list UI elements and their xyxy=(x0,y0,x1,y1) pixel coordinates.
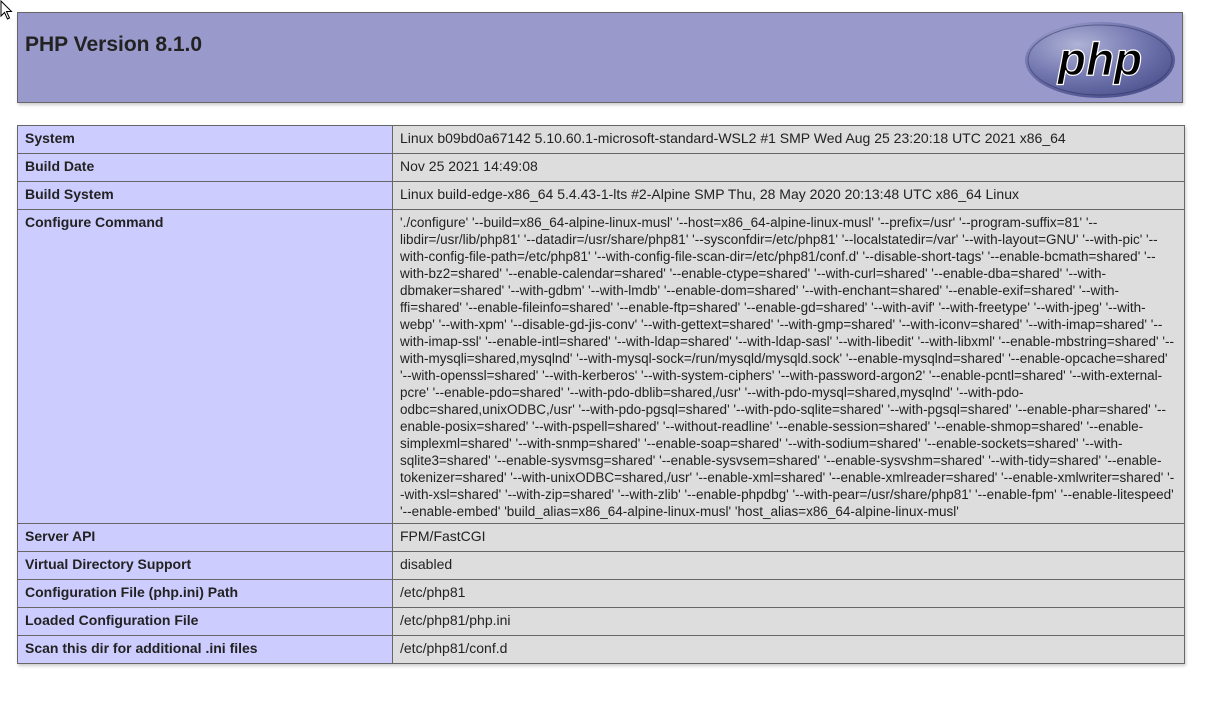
row-label: Build System xyxy=(17,181,393,210)
row-label: Virtual Directory Support xyxy=(17,551,393,580)
row-value: disabled xyxy=(392,551,1185,580)
row-value: Linux b09bd0a67142 5.10.60.1-microsoft-s… xyxy=(392,125,1185,154)
row-value: FPM/FastCGI xyxy=(392,523,1185,552)
table-row: Configure Command './configure' '--build… xyxy=(17,209,1185,524)
row-label: Loaded Configuration File xyxy=(17,607,393,636)
table-row: Loaded Configuration File /etc/php81/php… xyxy=(17,607,1185,636)
row-value: Nov 25 2021 14:49:08 xyxy=(392,153,1185,182)
table-row: Build System Linux build-edge-x86_64 5.4… xyxy=(17,181,1185,210)
table-row: Server API FPM/FastCGI xyxy=(17,523,1185,552)
row-label: Build Date xyxy=(17,153,393,182)
table-row: Configuration File (php.ini) Path /etc/p… xyxy=(17,579,1185,608)
page-title: PHP Version 8.1.0 xyxy=(25,33,203,56)
phpinfo-header: PHP Version 8.1.0 php xyxy=(17,12,1183,103)
table-row: Virtual Directory Support disabled xyxy=(17,551,1185,580)
row-value: /etc/php81 xyxy=(392,579,1185,608)
info-table: System Linux b09bd0a67142 5.10.60.1-micr… xyxy=(17,125,1185,664)
table-row: Build Date Nov 25 2021 14:49:08 xyxy=(17,153,1185,182)
row-value: './configure' '--build=x86_64-alpine-lin… xyxy=(392,209,1185,524)
row-value: /etc/php81/php.ini xyxy=(392,607,1185,636)
mouse-cursor-icon xyxy=(0,0,13,20)
php-logo[interactable]: php xyxy=(1024,21,1176,99)
row-value: /etc/php81/conf.d xyxy=(392,635,1185,664)
row-label: Scan this dir for additional .ini files xyxy=(17,635,393,664)
row-label: Server API xyxy=(17,523,393,552)
table-row: Scan this dir for additional .ini files … xyxy=(17,635,1185,664)
row-value: Linux build-edge-x86_64 5.4.43-1-lts #2-… xyxy=(392,181,1185,210)
table-row: System Linux b09bd0a67142 5.10.60.1-micr… xyxy=(17,125,1185,154)
php-logo-text: php xyxy=(1056,33,1142,85)
row-label: Configure Command xyxy=(17,209,393,524)
row-label: Configuration File (php.ini) Path xyxy=(17,579,393,608)
row-label: System xyxy=(17,125,393,154)
